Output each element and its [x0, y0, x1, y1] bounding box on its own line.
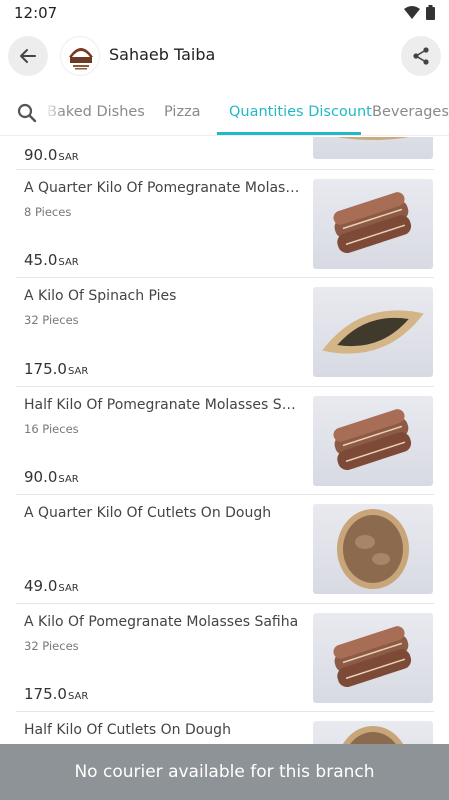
- currency-label: SAR: [67, 691, 89, 702]
- item-name: A Quarter Kilo Of Pomegranate Molasses S…: [24, 180, 302, 196]
- product-row[interactable]: A Quarter Kilo Of Cutlets On Dough 49.0S…: [16, 495, 434, 604]
- product-image: [313, 137, 433, 159]
- tab-beverages[interactable]: Beverages: [372, 104, 449, 120]
- share-icon: [413, 47, 429, 65]
- item-name: A Kilo Of Pomegranate Molasses Safiha: [24, 614, 299, 630]
- spinach-pie-image: [322, 310, 424, 354]
- currency-label: SAR: [67, 366, 89, 377]
- product-image: [313, 613, 433, 703]
- product-row[interactable]: A Kilo Of Pomegranate Molasses Safiha 32…: [16, 604, 434, 712]
- item-name: Half Kilo Of Pomegranate Molasses Safiha: [24, 397, 302, 413]
- currency-label: SAR: [58, 257, 79, 268]
- item-price: 90.0SAR: [24, 468, 79, 486]
- page-title: Sahaeb Taiba: [109, 45, 216, 64]
- status-time: 12:07: [14, 4, 58, 22]
- restaurant-logo: [60, 36, 100, 76]
- price-value: 90.0: [24, 146, 58, 164]
- price-value: 90.0: [24, 468, 58, 486]
- product-image: [313, 179, 433, 269]
- product-row[interactable]: 90.0SAR: [16, 137, 434, 170]
- price-value: 45.0: [24, 251, 58, 269]
- no-courier-banner: No courier available for this branch: [0, 744, 449, 800]
- cutlet-image: [337, 509, 409, 589]
- back-button[interactable]: [8, 36, 48, 76]
- product-image: [313, 287, 433, 377]
- status-icons: [404, 5, 435, 20]
- currency-label: SAR: [58, 474, 79, 485]
- item-price: 175.0SAR: [24, 360, 88, 378]
- item-price: 49.0SAR: [24, 577, 79, 595]
- safiha-image: [333, 626, 412, 688]
- product-image: [313, 396, 433, 486]
- arrow-left-icon: [20, 49, 36, 63]
- price-value: 175.0: [24, 685, 67, 703]
- active-tab-indicator: [217, 132, 361, 135]
- status-bar: 12:07: [0, 0, 449, 26]
- tab-pizza[interactable]: Pizza: [164, 104, 201, 120]
- price-value: 49.0: [24, 577, 58, 595]
- currency-label: SAR: [58, 583, 79, 594]
- currency-label: SAR: [58, 152, 79, 163]
- item-pieces: 8 Pieces: [24, 205, 72, 219]
- category-tab-bar: Baked Dishes Pizza Quantities Discount B…: [0, 88, 449, 136]
- item-price: 175.0SAR: [24, 685, 88, 703]
- app-bar: Sahaeb Taiba: [0, 26, 449, 86]
- item-name: A Kilo Of Spinach Pies: [24, 288, 177, 304]
- safiha-image: [333, 409, 412, 471]
- item-pieces: 32 Pieces: [24, 313, 79, 327]
- item-pieces: 32 Pieces: [24, 639, 79, 653]
- item-name: A Quarter Kilo Of Cutlets On Dough: [24, 505, 272, 521]
- battery-icon: [426, 5, 435, 20]
- banner-message: No courier available for this branch: [74, 762, 375, 782]
- item-price: 90.0SAR: [24, 146, 79, 164]
- safiha-image: [333, 192, 412, 254]
- item-name: Half Kilo Of Cutlets On Dough: [24, 722, 231, 738]
- price-value: 175.0: [24, 360, 67, 378]
- product-row[interactable]: A Quarter Kilo Of Pomegranate Molasses S…: [16, 170, 434, 278]
- product-list: 90.0SAR A Quarter Kilo Of Pomegranate Mo…: [0, 137, 449, 800]
- logo-image: [69, 48, 93, 70]
- product-image: [313, 504, 433, 594]
- search-icon[interactable]: [16, 102, 38, 124]
- item-price: 45.0SAR: [24, 251, 79, 269]
- share-button[interactable]: [401, 36, 441, 76]
- product-row[interactable]: Half Kilo Of Pomegranate Molasses Safiha…: [16, 387, 434, 495]
- item-pieces: 16 Pieces: [24, 422, 79, 436]
- spinach-pie-image: [337, 137, 409, 140]
- tab-quantities-discount[interactable]: Quantities Discount: [229, 104, 372, 120]
- product-row[interactable]: A Kilo Of Spinach Pies 32 Pieces 175.0SA…: [16, 278, 434, 387]
- tab-fade: [44, 88, 64, 135]
- wifi-icon: [404, 5, 420, 19]
